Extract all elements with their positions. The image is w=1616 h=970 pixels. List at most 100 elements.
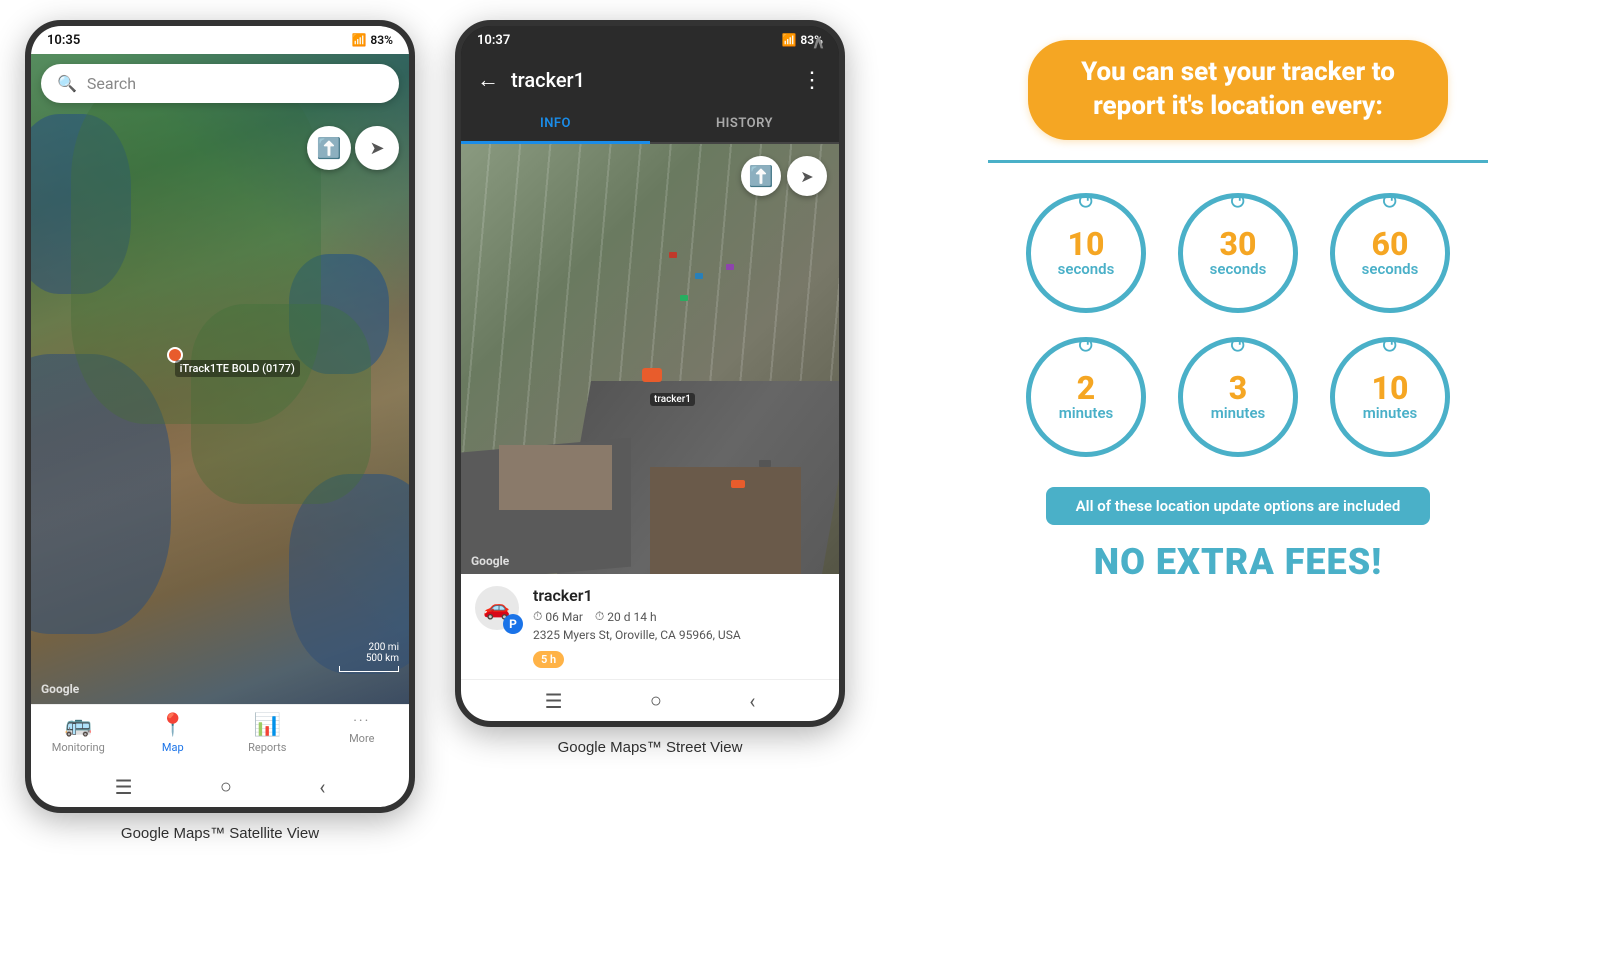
- tracker-icon-wrapper: 🚗 P: [475, 586, 523, 634]
- parking-badge: P: [503, 614, 523, 634]
- timer-icon: ⏱: [595, 609, 604, 624]
- circle-60sec: ↺ 60 seconds: [1330, 193, 1450, 313]
- phone2-frame: 10:37 📶 83% ← tracker1 ⋮ INFO HISTORY: [455, 20, 845, 727]
- phone1-status-right: 📶 83%: [351, 33, 393, 47]
- circle-10sec: ↺ 10 seconds: [1026, 193, 1146, 313]
- scale-text-top: 200 mi: [368, 642, 399, 653]
- parked-car-2: [695, 273, 703, 279]
- circle-30sec-arrow: ↺: [1229, 190, 1247, 215]
- tracker-address: 2325 Myers St, Oroville, CA 95966, USA: [533, 628, 825, 642]
- circle-60sec-number: 60: [1372, 228, 1409, 260]
- phone1-gesture-bar: ☰ ○ ‹: [31, 766, 409, 807]
- tracker-details: tracker1 ∧ ⏱ 06 Mar ⏱ 20 d 14 h 2325 Mye…: [533, 586, 825, 667]
- tracker-name-text: tracker1: [533, 586, 593, 605]
- tracker-label: iTrack1TE BOLD (0177): [175, 360, 300, 377]
- chevron-up-icon: ∧: [812, 32, 825, 53]
- circle-10sec-number: 10: [1068, 228, 1105, 260]
- gesture2-back-icon: ‹: [749, 689, 755, 713]
- aerial-map: tracker1 ⬆️ ➤ Google: [461, 144, 839, 574]
- road-vehicle-1: [731, 480, 745, 488]
- clock-icon: ⏱: [533, 609, 542, 624]
- tracker-date-text: 06 Mar: [545, 610, 583, 624]
- nav-more[interactable]: ··· More: [332, 713, 392, 754]
- tracker-meta: ⏱ 06 Mar ⏱ 20 d 14 h: [533, 609, 825, 624]
- monitoring-icon: 🚌: [65, 713, 92, 738]
- circle-2min-number: 2: [1077, 372, 1095, 404]
- no-fees-banner: All of these location update options are…: [1046, 487, 1431, 525]
- nav-reports-label: Reports: [248, 741, 286, 754]
- age-badge: 5 h: [533, 651, 564, 668]
- circle-10sec-arrow: ↺: [1077, 190, 1095, 215]
- gesture-menu-icon: ☰: [115, 775, 133, 799]
- reports-icon: 📊: [254, 713, 281, 738]
- circle-60sec-ring: ↺ 60 seconds: [1330, 193, 1450, 313]
- phone1-status-bar: 10:35 📶 83%: [31, 26, 409, 54]
- gesture2-menu-icon: ☰: [545, 689, 563, 713]
- info-headline: You can set your tracker to report it's …: [1028, 40, 1448, 140]
- gesture-home-icon: ○: [220, 774, 232, 799]
- circles-grid: ↺ 10 seconds ↺ 30 seconds ↺ 60 seconds ↺…: [1026, 193, 1450, 457]
- building: [499, 445, 612, 510]
- parked-car-3: [680, 295, 688, 301]
- phone2-gesture-bar: ☰ ○ ‹: [461, 679, 839, 721]
- meta-date: ⏱ 06 Mar: [533, 609, 583, 624]
- tab-history[interactable]: HISTORY: [650, 106, 839, 142]
- nav-monitoring-label: Monitoring: [52, 741, 105, 754]
- search-bar[interactable]: 🔍 Search: [41, 64, 399, 103]
- satellite-overlay: [31, 54, 409, 704]
- phone2-signal-icon: 📶: [781, 33, 796, 47]
- aerial-locate-button[interactable]: ➤: [787, 156, 827, 196]
- no-extra-fees-text: NO EXTRA FEES!: [1094, 541, 1382, 583]
- phone1-mockup: 10:35 📶 83% 🔍 Searc: [20, 20, 420, 842]
- meta-duration: ⏱ 20 d 14 h: [595, 609, 657, 624]
- circle-3min-arrow: ↺: [1229, 334, 1247, 359]
- circle-30sec-unit: seconds: [1210, 260, 1267, 278]
- locate-button[interactable]: ➤: [355, 126, 399, 170]
- phone1-bottom-nav: 🚌 Monitoring 📍 Map 📊 Reports ··· More: [31, 704, 409, 766]
- nav-more-label: More: [349, 732, 374, 745]
- circle-10min: ↺ 10 minutes: [1330, 337, 1450, 457]
- google-watermark-2: Google: [471, 554, 509, 568]
- tracker-duration-text: 20 d 14 h: [607, 610, 656, 624]
- circle-2min-unit: minutes: [1059, 404, 1114, 422]
- road-vehicle-2: [759, 460, 771, 467]
- tracker-name-row: tracker1 ∧: [533, 586, 825, 605]
- map-icon: 📍: [159, 713, 186, 738]
- circle-3min-ring: ↺ 3 minutes: [1178, 337, 1298, 457]
- menu-dots-button[interactable]: ⋮: [801, 68, 823, 93]
- circle-3min: ↺ 3 minutes: [1178, 337, 1298, 457]
- search-text: Search: [87, 74, 136, 93]
- circle-3min-number: 3: [1229, 372, 1247, 404]
- tracker-aerial-label: tracker1: [650, 393, 695, 406]
- circle-10min-arrow: ↺: [1381, 334, 1399, 359]
- phone1-frame: 10:35 📶 83% 🔍 Searc: [25, 20, 415, 813]
- circle-30sec: ↺ 30 seconds: [1178, 193, 1298, 313]
- parked-car-1: [669, 252, 677, 258]
- phone2-caption: Google Maps™ Street View: [558, 739, 743, 756]
- tracker-car: [642, 368, 662, 382]
- parked-car-4: [726, 264, 734, 270]
- aerial-locate-icon: ➤: [800, 167, 813, 186]
- circle-10sec-unit: seconds: [1058, 260, 1115, 278]
- satellite-bg: [31, 54, 409, 704]
- circle-3min-unit: minutes: [1211, 404, 1266, 422]
- circle-10min-number: 10: [1372, 372, 1409, 404]
- nav-monitoring[interactable]: 🚌 Monitoring: [48, 713, 108, 754]
- map-scale: 200 mi 500 km: [339, 642, 399, 672]
- back-button[interactable]: ←: [477, 67, 499, 93]
- circle-2min-ring: ↺ 2 minutes: [1026, 337, 1146, 457]
- phone2-info-panel: 🚗 P tracker1 ∧ ⏱ 06 Mar ⏱ 20 d 14 h: [461, 574, 839, 679]
- compass-button[interactable]: ⬆️: [307, 126, 351, 170]
- phone1-caption: Google Maps™ Satellite View: [121, 825, 319, 842]
- circle-30sec-ring: ↺ 30 seconds: [1178, 193, 1298, 313]
- gesture2-home-icon: ○: [650, 688, 662, 713]
- aerial-compass-button[interactable]: ⬆️: [741, 156, 781, 196]
- circle-30sec-number: 30: [1220, 228, 1257, 260]
- scale-bar: [339, 666, 399, 672]
- circle-10min-ring: ↺ 10 minutes: [1330, 337, 1450, 457]
- circle-10sec-ring: ↺ 10 seconds: [1026, 193, 1146, 313]
- nav-map[interactable]: 📍 Map: [143, 713, 203, 754]
- tab-info[interactable]: INFO: [461, 106, 650, 144]
- nav-reports[interactable]: 📊 Reports: [237, 713, 297, 754]
- phone2-status-bar: 10:37 📶 83%: [461, 26, 839, 54]
